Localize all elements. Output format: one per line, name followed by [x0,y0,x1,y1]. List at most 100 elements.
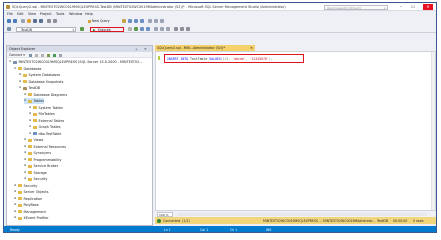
tree-node[interactable]: ⊞ System Databases [19,72,60,78]
redo-icon[interactable] [53,19,57,23]
query-status-bar: Connected. (1/1) MINTEST02WC0019MSQLEXPR… [155,217,436,224]
tree-node[interactable]: ⊞ External Resources [24,144,66,150]
user-name: MINTEST02WC0019MAdministr... [323,218,376,223]
tree-node[interactable]: ⊟ Databases [14,66,41,72]
zoom-select[interactable]: 100 % [157,211,173,217]
tree-node[interactable]: ⊞ XEvent Profiler [14,215,49,221]
parse-icon[interactable] [134,27,138,31]
close-panel-icon[interactable]: ✕ [144,47,147,51]
maximize-button[interactable]: ☐ [408,4,418,10]
tree-node[interactable]: ⊟ TestDB [19,85,40,91]
results-to-file-icon[interactable] [166,27,170,31]
activity-monitor-icon[interactable] [59,53,62,57]
undo-icon[interactable] [47,19,51,23]
stop-icon[interactable] [41,53,44,57]
database-select[interactable]: TestDB ▾ [16,26,76,32]
tree-node[interactable]: ⊞ External Tables [29,118,64,124]
tree-node[interactable]: ⊞ Synonyms [24,150,51,156]
values-open: (123, [220,57,233,61]
tree-node[interactable]: ⊟ MINTEST02WC0019MSQLEXPRESS (SQL Server … [9,59,142,65]
mdx-query-icon[interactable] [128,19,132,23]
tree-node[interactable]: ⊞ Graph Tables [29,124,61,130]
save-icon[interactable] [33,19,37,23]
dmx-query-icon[interactable] [134,19,138,23]
indent-icon[interactable] [186,27,190,31]
database-engine-query-icon[interactable] [122,19,126,23]
menu-project[interactable]: Project [40,12,52,16]
status-ready: Ready [10,228,20,232]
tree-node-label: System Tables [38,105,63,110]
back-icon[interactable] [7,19,11,23]
debug-icon[interactable] [80,27,84,31]
quick-launch-input[interactable]: Quick Launch (Ctrl+Q) ⌕ [324,4,388,10]
horizontal-scrollbar[interactable] [177,212,427,216]
results-to-text-icon[interactable] [154,27,158,31]
window-title: SQLQuery2.sql - MINTEST02WC0019MSQLEXPRE… [12,5,286,9]
execute-button[interactable]: ▶ Execute [90,26,124,32]
tree-node[interactable]: ⊞ FileTables [29,111,55,117]
copy-icon[interactable] [154,19,158,23]
tree-node[interactable]: ⊞ Service Broker [24,163,58,169]
database-select-value: TestDB [21,27,32,32]
uncomment-icon[interactable] [180,27,184,31]
comment-icon[interactable] [174,27,178,31]
folder-icon [33,106,37,109]
paste-icon[interactable] [160,19,164,23]
tree-node-label: Views [33,138,44,142]
disconnect-icon[interactable] [35,53,38,57]
object-explorer-toolbar: Connect ▾ [7,52,152,58]
vertical-scrollbar[interactable] [431,52,435,210]
sql-editor-toolbar: TestDB ▾ ▶ Execute [4,25,436,33]
query-editor[interactable]: INSERT INTO TestTable VALUES(123, 'abcde… [155,51,436,211]
new-project-icon[interactable] [21,19,25,23]
menu-tools[interactable]: Tools [56,12,64,16]
new-query-button[interactable]: New Query [88,19,110,23]
connect-dropdown[interactable]: Connect ▾ [9,53,25,57]
tree-node[interactable]: ⊞ dbo.TestTable [29,131,61,137]
results-to-grid-icon[interactable] [160,27,164,31]
tree-node[interactable]: ⊞ Database Diagrams [24,92,67,98]
cancel-query-icon[interactable] [128,27,132,31]
tree-node[interactable]: ⊞ Views [24,137,43,143]
folder-icon [28,93,32,96]
tree-node[interactable]: ⊞ System Tables [29,105,63,111]
tree-node[interactable]: ⊞ PolyBase [14,202,39,208]
tree-node[interactable]: ⊞ Replication [14,196,42,202]
menu-window[interactable]: Window [69,12,82,16]
tree-node-label: MINTEST02WC0019MSQLEXPRESS (SQL Server 1… [18,60,143,64]
refresh-icon[interactable] [53,53,56,57]
menu-view[interactable]: View [28,12,36,16]
tree-node-label: XEvent Profiler [23,216,49,220]
xmla-query-icon[interactable] [140,19,144,23]
tree-node[interactable]: ⊞ Security [14,183,37,189]
tree-node[interactable]: ⊟ Tables [24,98,45,104]
tree-node[interactable]: ⊞ Server Objects [14,189,49,195]
menu-file[interactable]: File [7,12,13,16]
tree-node[interactable]: ⊞ Programmability [24,157,62,163]
tree-node[interactable]: ⊞ Security [24,176,47,182]
folder-icon [18,197,22,200]
estimated-plan-icon[interactable] [140,27,144,31]
connect-icon[interactable] [7,27,11,31]
close-button[interactable]: ✕ [423,4,433,10]
connect-server-icon[interactable] [29,53,32,57]
tree-node-label: TestDB [28,86,41,90]
chevron-down-icon: ▾ [72,27,74,32]
save-all-icon[interactable] [39,19,43,23]
menu-help[interactable]: Help [85,12,93,16]
minimize-button[interactable]: – [396,4,406,10]
code-line-1[interactable]: INSERT INTO TestTable VALUES(123, 'abcde… [167,57,273,61]
title-bar: SQLQuery2.sql - MINTEST02WC0019MSQLEXPRE… [4,3,436,11]
folder-icon [33,119,37,122]
pin-icon[interactable]: ⊥ [135,47,138,51]
tree-node[interactable]: ⊞ Storage [24,170,47,176]
menu-edit[interactable]: Edit [17,12,24,16]
filter-icon[interactable] [47,53,50,57]
current-database: TestDB [377,218,388,223]
tree-node[interactable]: ⊞ Management [14,209,46,215]
open-file-icon[interactable] [27,19,31,23]
cut-icon[interactable] [148,19,152,23]
tree-node[interactable]: ⊞ Database Snapshots [19,79,63,85]
forward-icon[interactable] [13,19,17,23]
query-options-icon[interactable] [146,27,150,31]
